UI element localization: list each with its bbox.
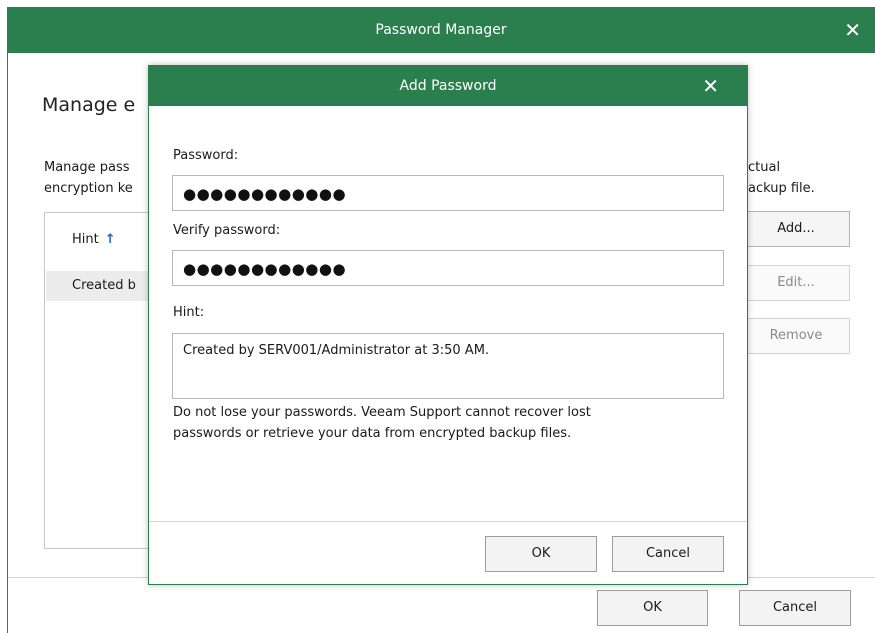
dialog-title: Add Password bbox=[399, 78, 497, 94]
window-border bbox=[7, 53, 8, 633]
row-hint-cell: Created b bbox=[72, 278, 136, 293]
password-manager-titlebar: Password Manager ✕ bbox=[7, 7, 875, 53]
password-label: Password: bbox=[173, 148, 239, 163]
password-field[interactable]: ●●●●●●●●●●●● bbox=[172, 175, 724, 211]
verify-password-label: Verify password: bbox=[173, 223, 281, 238]
hint-value: Created by SERV001/Administrator at 3:50… bbox=[183, 343, 490, 358]
description-right-line-1: ctual bbox=[748, 160, 781, 175]
warning-line-2: passwords or retrieve your data from enc… bbox=[173, 426, 572, 441]
ok-button[interactable]: OK bbox=[597, 590, 708, 626]
edit-button[interactable]: Edit... bbox=[742, 265, 850, 301]
hint-label: Hint: bbox=[173, 305, 205, 320]
close-icon[interactable]: ✕ bbox=[844, 7, 861, 53]
column-header-hint[interactable]: Hint ↑ bbox=[72, 232, 116, 247]
add-button[interactable]: Add... bbox=[742, 211, 850, 247]
add-password-dialog: Add Password ✕ Password: ●●●●●●●●●●●● Ve… bbox=[148, 65, 748, 585]
verify-password-mask: ●●●●●●●●●●●● bbox=[183, 260, 347, 278]
dialog-cancel-button[interactable]: Cancel bbox=[612, 536, 724, 572]
verify-password-field[interactable]: ●●●●●●●●●●●● bbox=[172, 250, 724, 286]
warning-line-1: Do not lose your passwords. Veeam Suppor… bbox=[173, 405, 591, 420]
description-right: ctual ackup file. bbox=[748, 157, 815, 199]
description-right-line-2: ackup file. bbox=[748, 181, 815, 196]
sort-ascending-icon: ↑ bbox=[104, 232, 116, 247]
warning-message: Do not lose your passwords. Veeam Suppor… bbox=[173, 402, 728, 444]
window-title: Password Manager bbox=[375, 22, 507, 38]
hint-field[interactable]: Created by SERV001/Administrator at 3:50… bbox=[172, 333, 724, 399]
page-heading: Manage e bbox=[42, 94, 136, 116]
description-left: Manage pass encryption ke bbox=[44, 157, 133, 199]
description-line-1: Manage pass bbox=[44, 160, 130, 175]
dialog-footer-divider bbox=[149, 521, 747, 522]
cancel-button[interactable]: Cancel bbox=[739, 590, 851, 626]
column-header-label: Hint bbox=[72, 232, 99, 247]
password-mask: ●●●●●●●●●●●● bbox=[183, 185, 347, 203]
dialog-ok-button[interactable]: OK bbox=[485, 536, 597, 572]
remove-button[interactable]: Remove bbox=[742, 318, 850, 354]
close-icon[interactable]: ✕ bbox=[702, 66, 719, 106]
dialog-titlebar: Add Password ✕ bbox=[149, 66, 747, 106]
description-line-2: encryption ke bbox=[44, 181, 133, 196]
